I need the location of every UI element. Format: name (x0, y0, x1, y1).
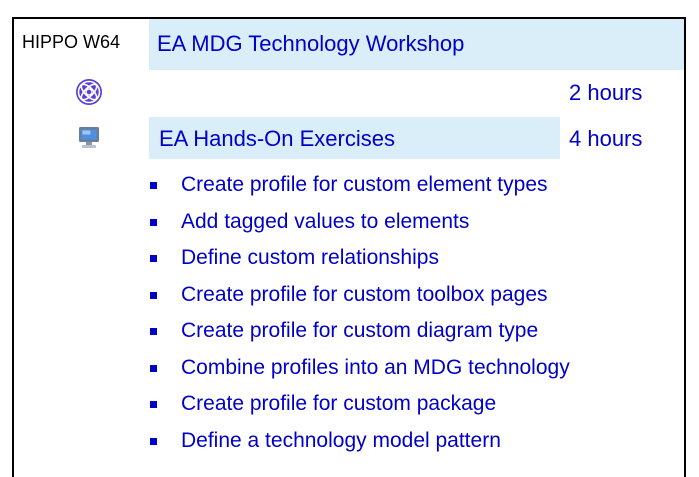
exercise-text: Add tagged values to elements (181, 209, 470, 233)
list-item: Combine profiles into an MDG technology (145, 350, 570, 387)
exercise-text: Create profile for custom package (181, 392, 497, 415)
bullet-square-icon (150, 328, 157, 335)
bullet-square-icon (150, 401, 157, 408)
bullet-square-icon (150, 437, 157, 445)
exercise-band: EA Hands-On Exercises (149, 117, 560, 159)
list-item: Create profile for custom diagram type (145, 313, 570, 350)
exercise-text: Define a technology model pattern (181, 428, 501, 452)
course-title-band: EA MDG Technology Workshop (149, 19, 684, 70)
course-id: HIPPO W64 (22, 32, 121, 52)
presentation-knot-icon (74, 77, 104, 107)
computer-monitor-icon (74, 123, 104, 153)
session-duration: 4 hours (569, 126, 643, 151)
bullet-square-icon (150, 364, 157, 372)
course-card: HIPPO W64 EA MDG Technology Workshop 2 h… (12, 17, 686, 477)
bullet-square-icon (150, 218, 157, 226)
list-item: Create profile for custom toolbox pages (145, 277, 570, 314)
bullet-square-icon (150, 255, 157, 262)
exercise-text: Create profile for custom diagram type (181, 319, 539, 342)
list-item: Define custom relationships (145, 240, 570, 277)
exercise-text: Create profile for custom element types (181, 173, 548, 196)
session-label: EA Hands-On Exercises (159, 126, 395, 151)
exercise-text: Create profile for custom toolbox pages (181, 282, 548, 306)
list-item: Create profile for custom element types (145, 167, 570, 204)
exercise-text: Combine profiles into an MDG technology (181, 355, 570, 379)
exercise-list: Create profile for custom element types … (145, 167, 570, 459)
exercise-text: Define custom relationships (181, 246, 439, 269)
bullet-square-icon (150, 291, 157, 299)
list-item: Add tagged values to elements (145, 204, 570, 241)
session-duration: 2 hours (569, 80, 643, 105)
course-title: EA MDG Technology Workshop (157, 31, 465, 56)
list-item: Define a technology model pattern (145, 423, 570, 460)
bullet-square-icon (150, 182, 157, 189)
list-item: Create profile for custom package (145, 386, 570, 423)
